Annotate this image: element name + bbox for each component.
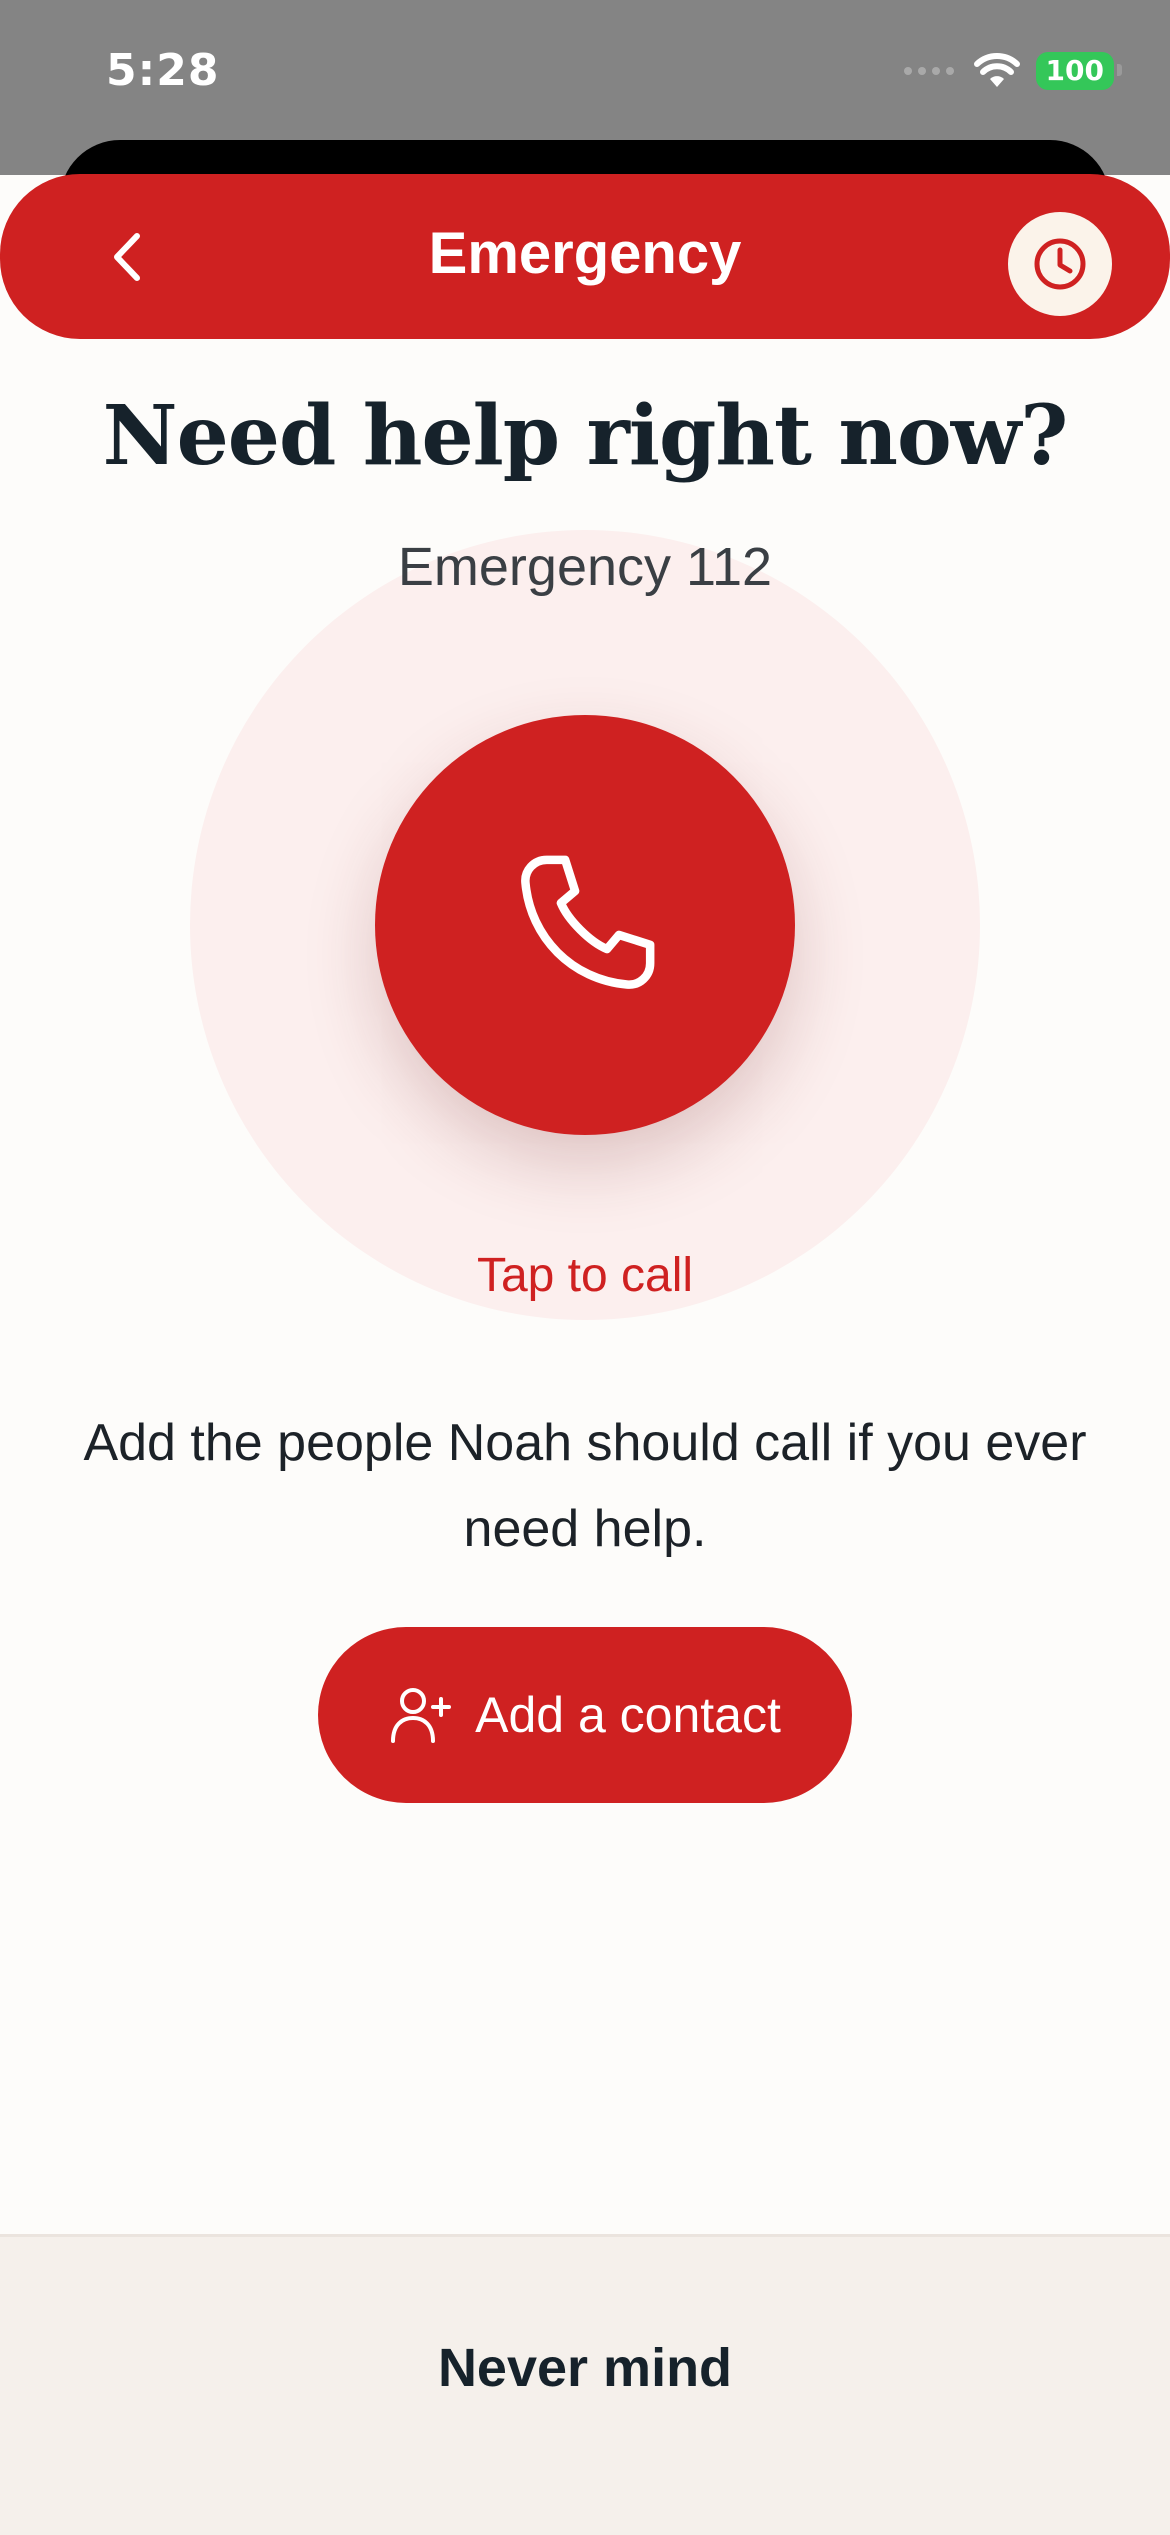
headline: Need help right now? [102,388,1069,484]
info-text: Add the people Noah should call if you e… [83,1414,1087,1558]
tap-to-call-label: Tap to call [476,1249,694,1302]
add-contact-label: Add a contact [475,1687,781,1743]
history-button[interactable] [1008,212,1112,316]
wifi-icon [973,53,1020,87]
battery-icon: 100 [1035,52,1123,90]
clock-icon [1034,238,1086,290]
status-time: 5:28 [106,45,220,96]
add-contact-button[interactable]: Add a contact [318,1627,852,1803]
page-title: Emergency [428,221,742,286]
never-mind-button[interactable]: Never mind [0,2323,1170,2413]
user-plus-icon [391,1688,452,1743]
header-bar: Emergency [0,174,1170,339]
phone-icon [521,855,655,989]
bottom-bar: Never mind [0,2234,1170,2535]
emergency-number: Emergency 112 [397,537,773,597]
cellular-signal-icon [903,67,954,75]
call-button[interactable] [375,715,795,1135]
status-icons: 100 [903,52,1123,90]
